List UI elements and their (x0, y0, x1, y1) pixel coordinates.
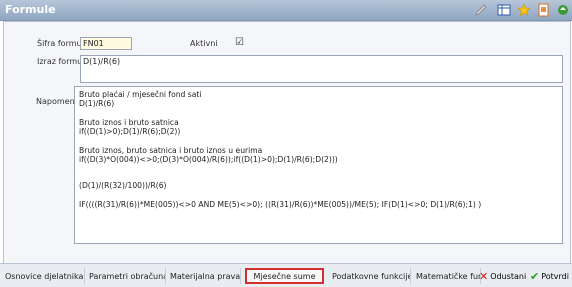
notes-line: Bruto iznos, bruto satnica i bruto iznos… (79, 145, 263, 155)
tab-parametri-obracuna[interactable]: Parametri obračuna (86, 268, 166, 284)
notes-line: (D(1)/(R(32)/100))/R(6) (79, 181, 167, 191)
notes-line: Bruto plaćai / mjesečni fond sati (79, 90, 202, 99)
grid-icon[interactable] (496, 2, 512, 18)
code-input[interactable]: FN01 (80, 37, 132, 50)
cancel-icon: ✕ (479, 269, 489, 283)
edit-icon[interactable] (473, 2, 489, 18)
notes-line: Bruto iznos i bruto satnica (79, 117, 179, 127)
active-label: Aktivni (190, 39, 218, 48)
notes-line: IF((((R(31)/R(6))*ME(005))<>0 AND ME(5)<… (79, 199, 482, 209)
tab-mjesecne-sume[interactable]: Mjesečne sume (245, 268, 324, 284)
refresh-icon[interactable] (555, 2, 571, 18)
notes-line: if((D(1)>0);D(1)/R(6);D(2)) (79, 127, 181, 137)
cancel-button[interactable]: ✕ Odustani (479, 268, 526, 284)
window-title: Formule (5, 3, 56, 16)
tab-osnovice-djelatnika[interactable]: Osnovice djelatnika (2, 268, 85, 284)
notes-textarea[interactable]: Bruto plaćai / mjesečni fond sati D(1)/R… (74, 86, 563, 244)
tab-materijalna-prava[interactable]: Materijalna prava (167, 268, 241, 284)
confirm-button[interactable]: ✔ Potvrdi (530, 268, 569, 284)
confirm-label: Potvrdi (541, 271, 569, 281)
title-bar: Formule (0, 0, 572, 21)
star-icon[interactable] (516, 2, 532, 18)
tab-matematicke-funkcije[interactable]: Matematičke fun (413, 268, 481, 284)
cancel-label: Odustani (490, 271, 527, 281)
notes-line: if((D(3)*O(004))<>0;(D(3)*O(004)/R(6));i… (79, 155, 338, 165)
check-icon: ✔ (530, 269, 540, 283)
tab-podatkovne-funkcije[interactable]: Podatkovne funkcije (329, 268, 411, 284)
document-icon[interactable] (536, 2, 552, 18)
expr-input[interactable]: D(1)/R(6) (80, 55, 563, 83)
active-checkbox[interactable]: ☑ (235, 37, 244, 48)
notes-line: D(1)/R(6) (79, 99, 115, 109)
tab-bar: Osnovice djelatnika Parametri obračuna M… (0, 263, 572, 287)
